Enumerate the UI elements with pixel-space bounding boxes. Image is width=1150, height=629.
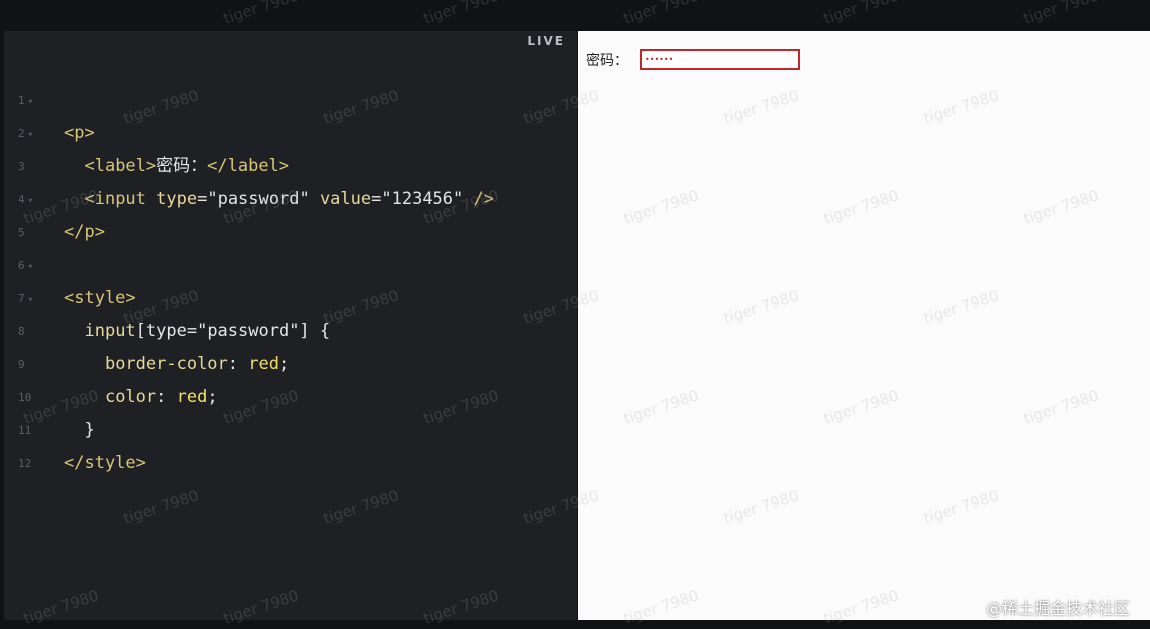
code-editor[interactable]: LIVE 1 ▾ <p> 2 ▾ <label>密码：</label> 3 <inp… bbox=[4, 31, 577, 620]
code-line: 12 bbox=[4, 414, 577, 470]
code-line: 3 <input type="password" value="123456" … bbox=[4, 117, 577, 209]
code-line: 4 ▾ </p> bbox=[4, 150, 577, 242]
code-line: 8 border-color: red; bbox=[4, 282, 577, 374]
code-line: 10 } bbox=[4, 348, 577, 440]
top-bar bbox=[0, 0, 1150, 31]
bottom-bar bbox=[0, 620, 1150, 629]
code-line: 5 bbox=[4, 183, 577, 239]
code-line: 11 </style> bbox=[4, 381, 577, 473]
source-credit: @稀土掘金技术社区 bbox=[985, 599, 1130, 618]
password-input[interactable]: •••••• bbox=[640, 49, 800, 70]
code-line: 9 color: red; bbox=[4, 315, 577, 407]
code-line: 7 ▾ input[type="password"] { bbox=[4, 249, 577, 341]
code-token: </style> bbox=[64, 453, 146, 473]
password-label: 密码： bbox=[586, 52, 628, 69]
code-line: 6 ▾ <style> bbox=[4, 216, 577, 308]
code-lines: 1 ▾ <p> 2 ▾ <label>密码：</label> 3 <input ty… bbox=[4, 51, 577, 473]
line-number: 12 bbox=[18, 457, 32, 470]
password-field-row: 密码： •••••• bbox=[586, 49, 800, 70]
live-preview-pane: 密码： •••••• bbox=[578, 31, 1150, 620]
live-badge: LIVE bbox=[527, 34, 565, 48]
code-line: 2 ▾ <label>密码：</label> bbox=[4, 84, 577, 176]
code-line: 1 ▾ <p> bbox=[4, 51, 577, 143]
